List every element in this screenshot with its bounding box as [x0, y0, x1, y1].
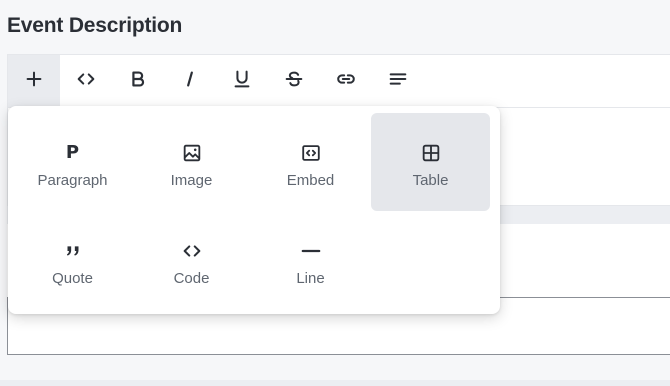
insert-embed[interactable]: Embed	[251, 113, 370, 211]
menu-item-label: Table	[412, 172, 449, 189]
menu-item-label: Image	[170, 172, 213, 189]
underline-button[interactable]	[216, 55, 268, 107]
quote-icon	[61, 239, 85, 263]
editor-toolbar	[8, 55, 670, 108]
insert-block-menu: P Paragraph Image Embed Table Quote Code…	[8, 106, 500, 314]
italic-icon	[179, 68, 201, 95]
embed-icon	[299, 141, 323, 165]
image-icon	[180, 141, 204, 165]
insert-line[interactable]: Line	[251, 211, 370, 309]
insert-table[interactable]: Table	[371, 113, 490, 211]
section-title: Event Description	[7, 14, 183, 37]
bold-button[interactable]	[112, 55, 164, 107]
menu-item-label: Code	[173, 270, 210, 287]
bottom-band	[0, 380, 670, 386]
code-icon	[180, 239, 204, 263]
align-button[interactable]	[372, 55, 424, 107]
add-block-button[interactable]	[8, 55, 60, 107]
strikethrough-icon	[283, 68, 305, 95]
link-icon	[335, 68, 357, 95]
menu-item-label: Quote	[52, 270, 93, 287]
menu-item-label: Paragraph	[37, 172, 108, 189]
menu-item-label: Embed	[286, 172, 335, 189]
link-button[interactable]	[320, 55, 372, 107]
horizontal-line-icon	[299, 239, 323, 263]
insert-quote[interactable]: Quote	[13, 211, 132, 309]
align-left-icon	[387, 68, 409, 95]
code-icon	[75, 68, 97, 95]
menu-item-label: Line	[296, 270, 325, 287]
paragraph-icon: P	[65, 142, 80, 163]
italic-button[interactable]	[164, 55, 216, 107]
insert-paragraph[interactable]: P Paragraph	[13, 113, 132, 211]
code-button[interactable]	[60, 55, 112, 107]
insert-code[interactable]: Code	[132, 211, 251, 309]
bold-icon	[127, 68, 149, 95]
insert-image[interactable]: Image	[132, 113, 251, 211]
page: Event Description P Paragraph Image Embe…	[0, 0, 670, 386]
underline-icon	[231, 68, 253, 95]
plus-icon	[23, 68, 45, 95]
strikethrough-button[interactable]	[268, 55, 320, 107]
table-icon	[419, 141, 443, 165]
